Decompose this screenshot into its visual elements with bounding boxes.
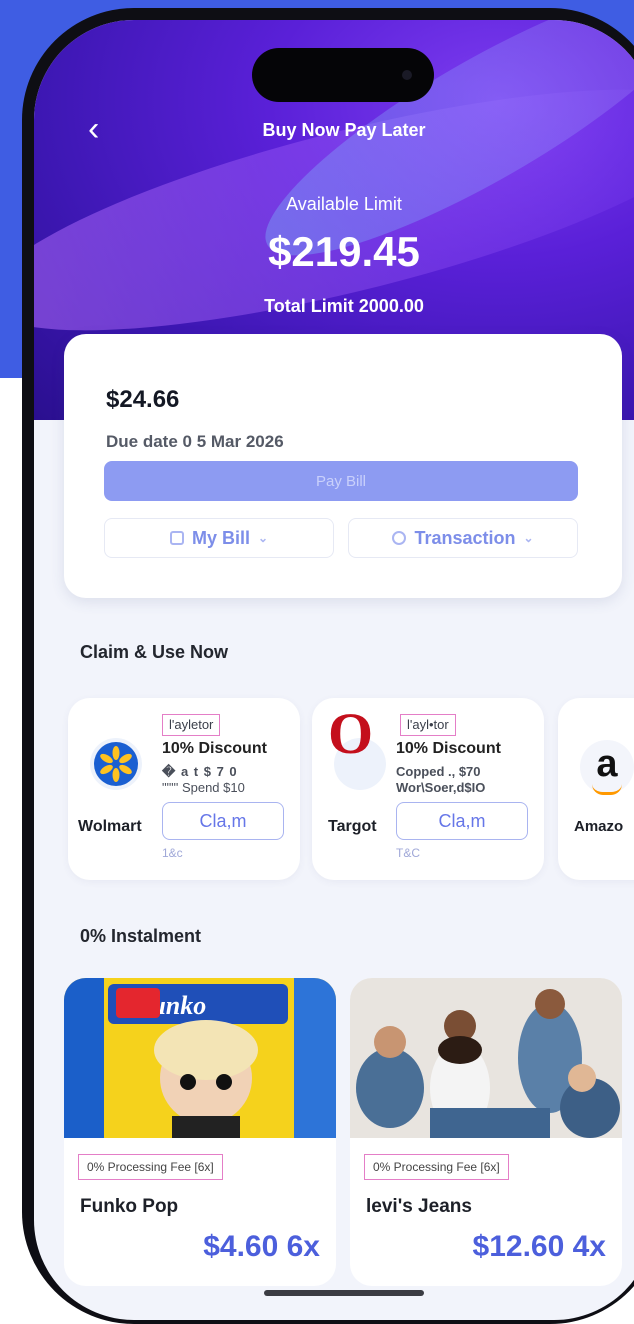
offer-min-spend: Wor\Soer,d$IO	[396, 780, 486, 795]
levis-jeans-image	[350, 978, 622, 1138]
product-price: $12.60 4x	[472, 1230, 606, 1263]
product-name: levi's Jeans	[366, 1196, 472, 1217]
chevron-down-icon: ⌄	[257, 531, 269, 545]
transaction-dropdown[interactable]: Transaction ⌄	[348, 518, 578, 558]
due-date: Due date 0 5 Mar 2026	[106, 432, 284, 451]
page-title: Buy Now Pay Later	[262, 120, 426, 140]
offer-card-walmart: Wolmart l'ayletor 10% Discount � a t $ 7…	[68, 698, 300, 880]
target-logo-mark: O	[328, 701, 374, 766]
pay-bill-button[interactable]: Pay Bill	[104, 461, 578, 501]
claim-button[interactable]: Cla,m	[396, 802, 528, 840]
offer-min-spend: """' Spend $10	[162, 780, 245, 795]
my-bill-label: My Bill	[191, 527, 250, 548]
total-limit-text: Total Limit 2000.00	[264, 296, 424, 316]
transaction-label: Transaction	[414, 527, 516, 548]
offer-tag: l'ayl•tor	[400, 714, 456, 736]
brand-name: Targot	[328, 818, 377, 835]
offer-condition: Copped ., $70	[396, 764, 481, 779]
bill-icon	[169, 531, 184, 545]
home-indicator[interactable]	[264, 1290, 424, 1296]
funko-pop-image: Funko	[64, 978, 336, 1138]
offer-condition: � a t $ 7 0	[162, 764, 238, 779]
transaction-icon	[392, 531, 407, 545]
walmart-spark-icon	[94, 742, 138, 786]
processing-fee-badge: 0% Processing Fee [6x]	[364, 1154, 509, 1180]
tnc-link[interactable]: T&C	[396, 846, 420, 860]
discount-text: 10% Discount	[396, 740, 501, 757]
phone-screen: ‹ Buy Now Pay Later Available Limit $219…	[34, 20, 634, 1320]
discount-text: 10% Discount	[162, 740, 267, 757]
my-bill-dropdown[interactable]: My Bill ⌄	[104, 518, 334, 558]
processing-fee-badge: 0% Processing Fee [6x]	[78, 1154, 223, 1180]
brand-name: Amazo	[574, 818, 624, 835]
amazon-smile-icon	[592, 784, 622, 795]
walmart-logo	[90, 738, 142, 790]
bill-card: $24.66 Due date 0 5 Mar 2026 Pay Bill My…	[64, 334, 622, 598]
product-price: $4.60 6x	[203, 1230, 320, 1263]
claim-button[interactable]: Cla,m	[162, 802, 284, 840]
camera-dot	[402, 70, 412, 80]
instalment-section-title: 0% Instalment	[80, 926, 202, 946]
offer-card-target: O Targot l'ayl•tor 10% Discount Copped .…	[312, 698, 544, 880]
dynamic-island	[252, 48, 434, 102]
offer-tag: l'ayletor	[162, 714, 221, 736]
available-limit-label: Available Limit	[286, 194, 402, 214]
bill-amount: $24.66	[106, 386, 180, 413]
product-name: Funko Pop	[80, 1196, 179, 1217]
product-card-levis[interactable]: 0% Processing Fee [6x] levi's Jeans $12.…	[350, 978, 622, 1286]
chevron-down-icon: ⌄	[523, 531, 534, 545]
available-limit-amount: $219.45	[268, 228, 420, 275]
claim-section-title: Claim & Use Now	[80, 642, 229, 662]
product-card-funko[interactable]: Funko 0% Processing Fee [6x] Funko Pop $…	[64, 978, 336, 1286]
brand-name: Wolmart	[78, 818, 142, 835]
tnc-link[interactable]: 1&c	[162, 846, 183, 860]
offer-card-amazon: a Amazo	[558, 698, 634, 880]
